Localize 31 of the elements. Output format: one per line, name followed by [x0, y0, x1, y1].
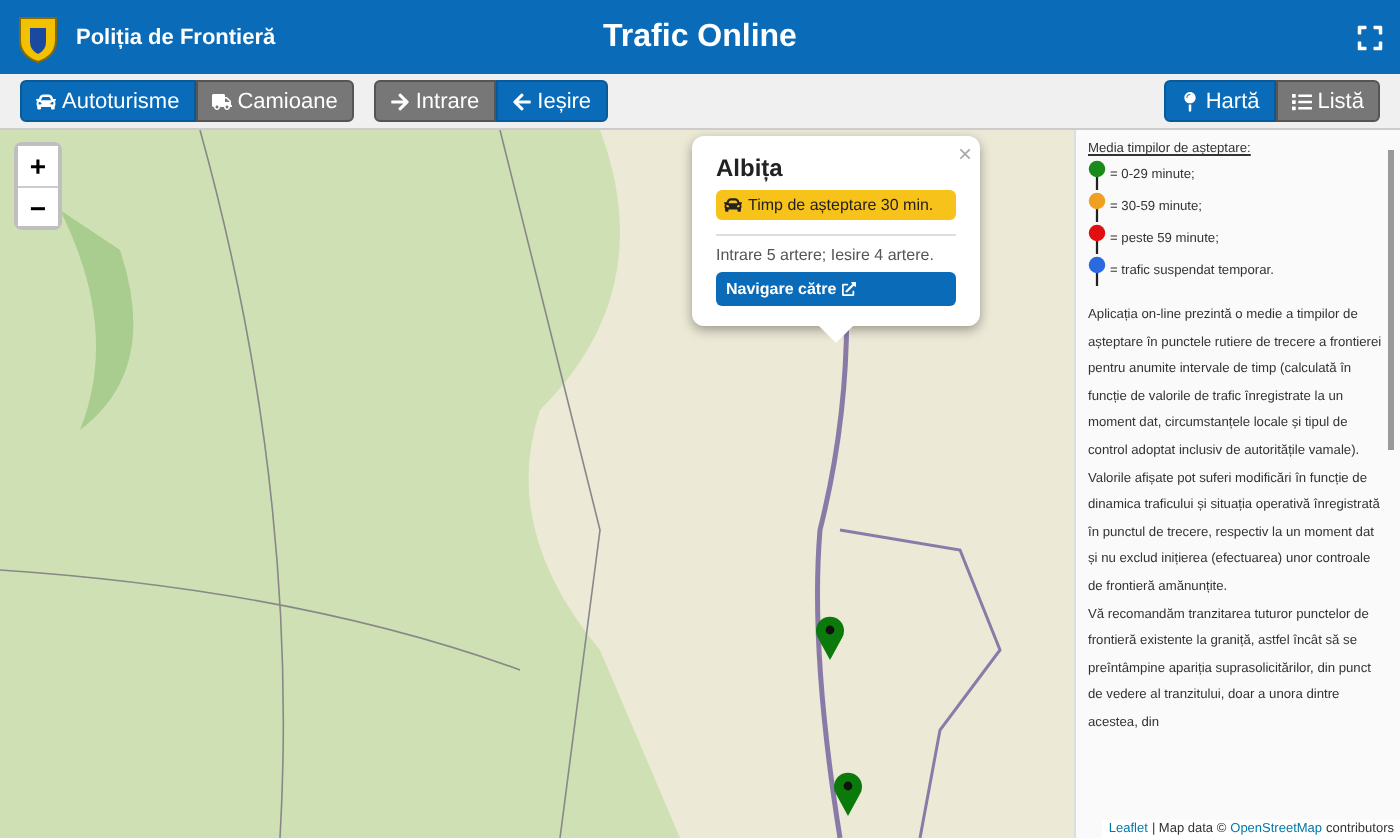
- map-marker-icon[interactable]: [814, 614, 846, 662]
- toggle-button[interactable]: Autoturisme: [20, 80, 196, 122]
- list-icon: [1291, 91, 1312, 111]
- popup-info: Intrare 5 artere; Iesire 4 artere.: [716, 246, 936, 264]
- zoom-out-button[interactable]: −: [18, 186, 58, 226]
- toggle-button[interactable]: Intrare: [373, 80, 496, 122]
- toggle-button[interactable]: Listă: [1275, 80, 1380, 122]
- arrow-right-icon: [389, 91, 410, 111]
- map-marker-icon[interactable]: [832, 770, 864, 818]
- pin-icon: [1179, 91, 1200, 111]
- car-icon: [724, 196, 742, 214]
- page-title: Trafic Online: [603, 19, 797, 55]
- navigate-button[interactable]: Navigare către: [716, 272, 956, 306]
- map-pin-icon: [1088, 192, 1106, 222]
- toggle-button[interactable]: Hartă: [1163, 80, 1276, 122]
- toggle-button[interactable]: Ieșire: [495, 80, 608, 122]
- brand-name: Poliția de Frontieră: [76, 25, 276, 49]
- wait-time-text: Timp de așteptare 30 min.: [748, 196, 934, 214]
- external-link-icon: [842, 282, 857, 296]
- toggle-button[interactable]: Camioane: [195, 80, 354, 122]
- map-view[interactable]: + − × Albița Timp de așteptare 30 min. Intrare 5 artere; Iesire 4 artere. Navigare către: [0, 130, 1074, 838]
- map-pin-icon: [1088, 256, 1106, 286]
- scrollbar[interactable]: [1388, 150, 1394, 450]
- coat-of-arms-icon: [16, 11, 60, 63]
- popup-title: Albița: [716, 154, 785, 182]
- arrow-left-icon: [511, 91, 532, 111]
- map-pin-icon: [1088, 224, 1106, 254]
- map-pin-icon: [1088, 160, 1106, 190]
- fullscreen-icon[interactable]: [1356, 23, 1384, 51]
- car-icon: [36, 91, 56, 111]
- truck-icon: [211, 91, 232, 111]
